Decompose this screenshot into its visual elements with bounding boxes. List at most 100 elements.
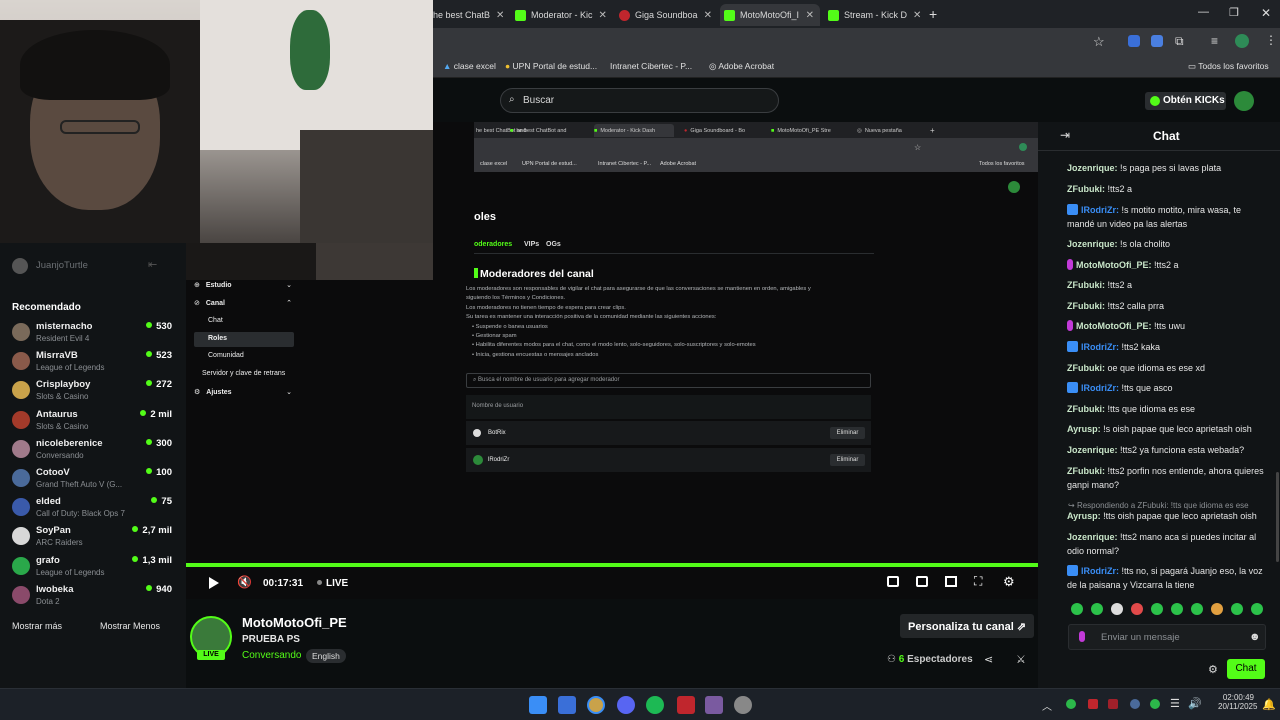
browser-tab[interactable]: Stream - Kick D ✕ (824, 4, 924, 26)
spotify-icon[interactable] (646, 696, 664, 714)
browser-tab-active[interactable]: MotoMotoOfi_I ✕ (720, 4, 820, 26)
close-icon[interactable]: ✕ (698, 10, 715, 21)
recommended-channel[interactable]: misternacho Resident Evil 4 530 (12, 319, 172, 347)
customize-channel-button[interactable]: Personaliza tu canal ⇗ (900, 614, 1034, 638)
emote-icon[interactable] (1091, 603, 1103, 615)
notification-icon[interactable]: 🔔 (1262, 698, 1276, 711)
get-kicks-button[interactable]: Obtén KICKs (1145, 92, 1226, 110)
mute-icon[interactable]: 🔇 (237, 575, 252, 589)
stream-inner-bookmarks: clase excel UPN Portal de estud... Intra… (474, 158, 1038, 172)
tray-icon[interactable] (1066, 699, 1076, 709)
settings-icon[interactable]: ⚙ (1003, 574, 1015, 590)
mod-view-icon[interactable]: ⚔ (1016, 653, 1026, 666)
all-bookmarks[interactable]: ▭ Todos los favoritos (1188, 61, 1269, 72)
channel-name[interactable]: MotoMotoOfi_PE (242, 615, 347, 630)
collapse-icon[interactable]: ⇤ (148, 258, 157, 271)
browser-tab[interactable]: Moderator - Kic ✕ (511, 4, 611, 26)
star-icon[interactable]: ☆ (1093, 34, 1105, 50)
send-chat-button[interactable]: Chat (1227, 659, 1265, 679)
close-window-button[interactable]: ✕ (1261, 6, 1271, 20)
recommended-channel[interactable]: SoyPan ARC Raiders 2,7 mil (12, 523, 172, 551)
close-icon[interactable]: ✕ (907, 10, 924, 21)
app-icon[interactable] (705, 696, 723, 714)
collapse-chat-icon[interactable]: ⇥ (1060, 128, 1070, 142)
followed-channel[interactable]: JuanjoTurtle (36, 260, 88, 271)
extension-icon[interactable] (1151, 35, 1163, 47)
maximize-button[interactable]: ❐ (1229, 6, 1239, 19)
chat-input[interactable]: Enviar un mensaje ☻ (1068, 624, 1266, 650)
stream-category[interactable]: Conversando (242, 650, 301, 661)
bookmark-item[interactable]: ● UPN Portal de estud... (505, 61, 597, 71)
emote-icon[interactable] (1071, 603, 1083, 615)
puzzle-icon[interactable]: ⧉ (1175, 34, 1184, 49)
more-icon[interactable]: ⋮ (1265, 33, 1277, 47)
close-icon[interactable]: ✕ (593, 10, 611, 21)
stream-inner-avatar (1008, 181, 1020, 193)
chat-scrollbar[interactable] (1276, 472, 1279, 562)
browser-tab[interactable]: he best ChatB ✕ (433, 4, 503, 26)
emote-icon[interactable] (1191, 603, 1203, 615)
avatar[interactable] (12, 258, 28, 274)
obs-icon[interactable] (734, 696, 752, 714)
pip-icon[interactable] (945, 576, 957, 587)
clip-icon[interactable] (916, 576, 928, 587)
app-icon[interactable] (677, 696, 695, 714)
recommended-channel[interactable]: nicoleberenice Conversando 300 (12, 436, 172, 464)
minimize-button[interactable]: — (1198, 6, 1209, 18)
profile-avatar[interactable] (1235, 34, 1249, 48)
clock[interactable]: 02:00:49 20/11/2025 (1218, 693, 1257, 711)
bookmark-item[interactable]: ▲ clase excel (443, 61, 496, 71)
guitar (290, 10, 330, 90)
emote-icon[interactable] (1171, 603, 1183, 615)
chat-message: lRodriZr: !tts no, si pagará Juanjo eso,… (1067, 565, 1263, 590)
recommended-channel[interactable]: Antaurus Slots & Casino 2 mil (12, 407, 172, 435)
mod-row: lRodriZr Eliminar (466, 448, 871, 472)
user-avatar[interactable] (1234, 91, 1254, 111)
show-less-button[interactable]: Mostrar Menos (100, 621, 160, 631)
tray-expand-icon[interactable]: ︿ (1042, 698, 1052, 713)
bookmark-item[interactable]: ◎ Adobe Acrobat (709, 61, 774, 72)
close-icon[interactable]: ✕ (490, 10, 503, 21)
windows-start-icon[interactable] (529, 696, 547, 714)
search-input[interactable]: ⌕ Buscar (500, 88, 779, 113)
menu-icon[interactable]: ≡ (1211, 34, 1218, 48)
recommended-channel[interactable]: elded Call of Duty: Black Ops 7 75 (12, 494, 172, 522)
new-tab-button[interactable]: + (929, 6, 937, 22)
viewer-count: ⚇ 6 Espectadores (887, 654, 973, 665)
volume-icon[interactable]: 🔊 (1188, 697, 1202, 710)
dashboard-tab: oderadores (474, 241, 513, 248)
recommended-channel[interactable]: MisrraVB League of Legends 523 (12, 348, 172, 376)
recommended-channel[interactable]: Crisplayboy Slots & Casino 272 (12, 377, 172, 405)
recommended-channel[interactable]: CotooV Grand Theft Auto V (G... 100 (12, 465, 172, 493)
fullscreen-icon[interactable]: ⛶ (974, 574, 982, 589)
tray-icon[interactable] (1088, 699, 1098, 709)
theater-mode-icon[interactable] (887, 576, 899, 587)
kick-icon (828, 9, 839, 21)
explorer-icon[interactable] (558, 696, 576, 714)
share-icon[interactable]: ⋖ (984, 653, 993, 666)
chrome-icon[interactable] (587, 696, 605, 714)
tray-icon[interactable] (1150, 699, 1160, 709)
emoji-icon[interactable]: ☻ (1249, 631, 1261, 643)
emote-icon[interactable] (1231, 603, 1243, 615)
play-icon[interactable] (209, 577, 219, 589)
bookmark-item[interactable]: Intranet Cibertec - P... (610, 61, 692, 71)
emote-icon[interactable] (1211, 603, 1223, 615)
emote-icon[interactable] (1251, 603, 1263, 615)
tray-icon[interactable] (1108, 699, 1118, 709)
address-bar[interactable]: ☆ ⧉ ≡ ⋮ (433, 28, 1280, 56)
wifi-icon[interactable]: ☰ (1170, 697, 1180, 710)
settings-icon[interactable]: ⚙ (1208, 663, 1218, 676)
show-more-button[interactable]: Mostrar más (12, 621, 62, 631)
language-tag[interactable]: English (306, 649, 346, 663)
recommended-channel[interactable]: lwobeka Dota 2 940 (12, 582, 172, 610)
browser-tab[interactable]: Giga Soundboa ✕ (615, 4, 715, 26)
emote-icon[interactable] (1151, 603, 1163, 615)
extension-icon[interactable] (1128, 35, 1140, 47)
discord-icon[interactable] (617, 696, 635, 714)
tray-icon[interactable] (1130, 699, 1140, 709)
emote-icon[interactable] (1131, 603, 1143, 615)
close-icon[interactable]: ✕ (800, 10, 820, 21)
recommended-channel[interactable]: grafo League of Legends 1,3 mil (12, 553, 172, 581)
emote-icon[interactable] (1111, 603, 1123, 615)
